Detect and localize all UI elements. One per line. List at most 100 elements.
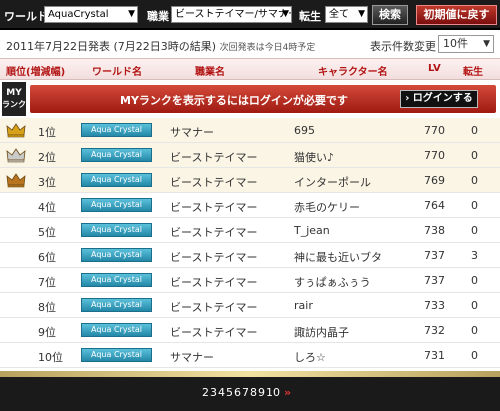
character-name-cell[interactable]: 神に最も近いブタ [294, 249, 382, 265]
announce-date: 2011年7月22日発表 (7月22日3時の結果) [6, 40, 217, 53]
job-cell: サマナー [170, 126, 214, 139]
table-row: 4位 Aqua Crystal ビーストテイマー 赤毛のケリー 764 0 [0, 193, 500, 218]
page-link[interactable]: 7 [242, 386, 249, 399]
job-cell: ビーストテイマー [170, 326, 258, 339]
job-cell: ビーストテイマー [170, 201, 258, 214]
header-world: ワールド名 [92, 67, 142, 78]
job-cell: ビーストテイマー [170, 151, 258, 164]
world-badge: Aqua Crystal [81, 198, 152, 212]
login-button[interactable]: › ログインする [400, 90, 478, 108]
count-select[interactable]: 10件 ▼ [438, 35, 494, 53]
page-link[interactable]: 4 [218, 386, 225, 399]
announce-info: 2011年7月22日発表 (7月22日3時の結果) 次回発表は今日4時予定 [6, 38, 315, 54]
search-button[interactable]: 検索 [372, 5, 408, 25]
chevron-down-icon: ▼ [483, 39, 490, 49]
world-badge: Aqua Crystal [81, 348, 152, 362]
rank-cell: 2位 [38, 151, 56, 164]
character-name-cell[interactable]: 猫使い♪ [294, 149, 334, 165]
rebirth-label: 転生 [299, 10, 321, 23]
rebirth-cell: 0 [471, 199, 478, 212]
rebirth-cell: 0 [471, 274, 478, 287]
world-badge: Aqua Crystal [81, 173, 152, 187]
count-select-value: 10件 [443, 37, 468, 50]
table-row: 6位 Aqua Crystal ビーストテイマー 神に最も近いブタ 737 3 [0, 243, 500, 268]
header-lv: LV [428, 63, 441, 74]
rebirth-cell: 0 [471, 224, 478, 237]
level-cell: 731 [424, 349, 445, 362]
level-cell: 770 [424, 149, 445, 162]
character-name-cell[interactable]: T_jean [294, 224, 330, 237]
rank-cell: 5位 [38, 226, 56, 239]
rank-cell: 1位 [38, 126, 56, 139]
table-row: 3位 Aqua Crystal ビーストテイマー インターポール 769 0 [0, 168, 500, 193]
job-cell: ビーストテイマー [170, 226, 258, 239]
rank-cell: 8位 [38, 301, 56, 314]
character-name-cell[interactable]: rair [294, 299, 313, 312]
page-link[interactable]: 5 [226, 386, 233, 399]
rank-cell: 4位 [38, 201, 56, 214]
world-select-value: AquaCrystal [48, 9, 109, 20]
table-row: 7位 Aqua Crystal ビーストテイマー すぅぱぁふぅう 737 0 [0, 268, 500, 293]
page-link[interactable]: 3 [210, 386, 217, 399]
character-name-cell[interactable]: 赤毛のケリー [294, 199, 360, 215]
page-link[interactable]: 10 [266, 386, 280, 399]
character-name-cell[interactable]: 諏訪内晶子 [294, 324, 349, 340]
filter-bar: ワールド AquaCrystal ▼ 職業 ビーストテイマー/サマナー ▼ 転生… [0, 0, 500, 30]
my-rank-bar: MY ランク MYランクを表示するにはログインが必要です › ログインする [0, 82, 500, 116]
table-header: 順位(増減幅) ワールド名 職業名 キャラクター名 LV 転生 [0, 58, 500, 80]
rank-cell: 10位 [38, 351, 63, 364]
world-badge: Aqua Crystal [81, 323, 152, 337]
rebirth-cell: 0 [471, 299, 478, 312]
character-name-cell[interactable]: すぅぱぁふぅう [294, 274, 371, 290]
table-row: 5位 Aqua Crystal ビーストテイマー T_jean 738 0 [0, 218, 500, 243]
character-name-cell[interactable]: 695 [294, 124, 315, 137]
level-cell: 738 [424, 224, 445, 237]
my-rank-badge: MY ランク [2, 82, 26, 116]
reset-button[interactable]: 初期値に戻す [416, 5, 497, 25]
table-row: 1位 Aqua Crystal サマナー 695 770 0 [0, 118, 500, 143]
chevron-down-icon: ▼ [282, 9, 289, 19]
job-select[interactable]: ビーストテイマー/サマナー ▼ [171, 6, 292, 23]
page-link[interactable]: 9 [258, 386, 265, 399]
job-cell: ビーストテイマー [170, 301, 258, 314]
level-cell: 732 [424, 324, 445, 337]
level-cell: 769 [424, 174, 445, 187]
pagination: 2345678910 » [202, 386, 292, 399]
header-character: キャラクター名 [318, 67, 388, 78]
table-row: 10位 Aqua Crystal サマナー しろ☆ 731 0 [0, 343, 500, 368]
level-cell: 770 [424, 124, 445, 137]
chevron-down-icon: ▼ [358, 9, 365, 19]
character-name-cell[interactable]: しろ☆ [294, 349, 326, 365]
crown-icon [6, 123, 26, 138]
footer: 2345678910 » [0, 371, 500, 411]
header-rebirth: 転生 [463, 67, 483, 78]
rebirth-cell: 0 [471, 174, 478, 187]
next-page-icon[interactable]: » [284, 386, 291, 399]
page-link[interactable]: 6 [234, 386, 241, 399]
crown-icon [6, 148, 26, 163]
level-cell: 764 [424, 199, 445, 212]
page-link[interactable]: 8 [250, 386, 257, 399]
count-label: 表示件数変更 [370, 40, 436, 53]
table-row: 9位 Aqua Crystal ビーストテイマー 諏訪内晶子 732 0 [0, 318, 500, 343]
character-name-cell[interactable]: インターポール [294, 174, 371, 190]
rebirth-select[interactable]: 全て ▼ [325, 6, 368, 23]
page-link[interactable]: 2 [202, 386, 209, 399]
login-required-message: MYランクを表示するにはログインが必要です [120, 94, 348, 107]
job-select-value: ビーストテイマー/サマナー [175, 9, 292, 20]
login-button-label: ログインする [412, 93, 473, 104]
my-rank-badge-line1: MY [6, 88, 22, 98]
rank-cell: 3位 [38, 176, 56, 189]
table-row: 2位 Aqua Crystal ビーストテイマー 猫使い♪ 770 0 [0, 143, 500, 168]
next-announce: 次回発表は今日4時予定 [219, 43, 316, 53]
job-label: 職業 [147, 10, 169, 23]
rebirth-cell: 0 [471, 349, 478, 362]
job-cell: サマナー [170, 351, 214, 364]
world-select[interactable]: AquaCrystal ▼ [44, 6, 138, 23]
world-badge: Aqua Crystal [81, 223, 152, 237]
rebirth-cell: 0 [471, 149, 478, 162]
rebirth-cell: 3 [471, 249, 478, 262]
my-rank-banner: MYランクを表示するにはログインが必要です › ログインする [30, 85, 496, 113]
table-row: 8位 Aqua Crystal ビーストテイマー rair 733 0 [0, 293, 500, 318]
rebirth-cell: 0 [471, 124, 478, 137]
